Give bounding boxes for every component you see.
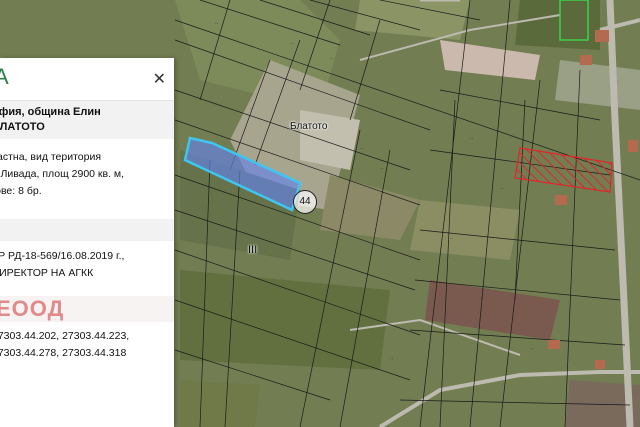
company-name: ЕООД — [0, 296, 174, 322]
panel-separator — [0, 219, 174, 241]
road-number-badge: 44 — [293, 190, 317, 214]
place-label: Блатото — [290, 121, 328, 132]
parcel-references: 27303.44.202, 27303.44.223, 27303.44.278… — [0, 322, 174, 362]
ref-line-1: 27303.44.202, 27303.44.223, — [0, 330, 130, 342]
order-line-2: ДИРЕКТОР НА АГКК — [0, 267, 94, 279]
panel-header: А ✕ — [0, 58, 174, 101]
road-marker: III — [248, 244, 258, 256]
svg-text:··: ·· — [500, 186, 504, 192]
panel-logo: А — [0, 64, 9, 89]
svg-text:··: ·· — [215, 21, 219, 27]
svg-text:··: ·· — [450, 236, 454, 242]
desc-line-3: хове: 8 бр. — [0, 185, 42, 197]
parcel-info-panel: А ✕ офия, община Елин БЛАТОТО Частна, ви… — [0, 58, 174, 427]
ref-line-2: 27303.44.278, 27303.44.318 — [0, 347, 127, 359]
svg-text:··: ·· — [530, 346, 534, 352]
desc-line-2: П Ливада, площ 2900 кв. м, — [0, 168, 125, 180]
order-info: КР РД-18-569/16.08.2019 г., ДИРЕКТОР НА … — [0, 241, 174, 282]
order-line-1: КР РД-18-569/16.08.2019 г., — [0, 250, 125, 262]
svg-text:··: ·· — [390, 356, 394, 362]
close-icon[interactable]: ✕ — [153, 69, 166, 89]
svg-text:··: ·· — [250, 106, 254, 112]
svg-text:··: ·· — [480, 296, 484, 302]
svg-text:··: ·· — [380, 166, 384, 172]
svg-text:··: ·· — [290, 41, 294, 47]
svg-text:··: ·· — [330, 56, 334, 62]
panel-title: офия, община Елин БЛАТОТО — [0, 101, 174, 139]
parcel-description: Частна, вид територия П Ливада, площ 290… — [0, 139, 174, 215]
svg-text:··: ·· — [360, 146, 364, 152]
title-line-1: офия, община Елин — [0, 106, 101, 118]
svg-text:··: ·· — [470, 136, 474, 142]
desc-line-1: Частна, вид територия — [0, 151, 102, 163]
title-line-2: БЛАТОТО — [0, 121, 45, 133]
